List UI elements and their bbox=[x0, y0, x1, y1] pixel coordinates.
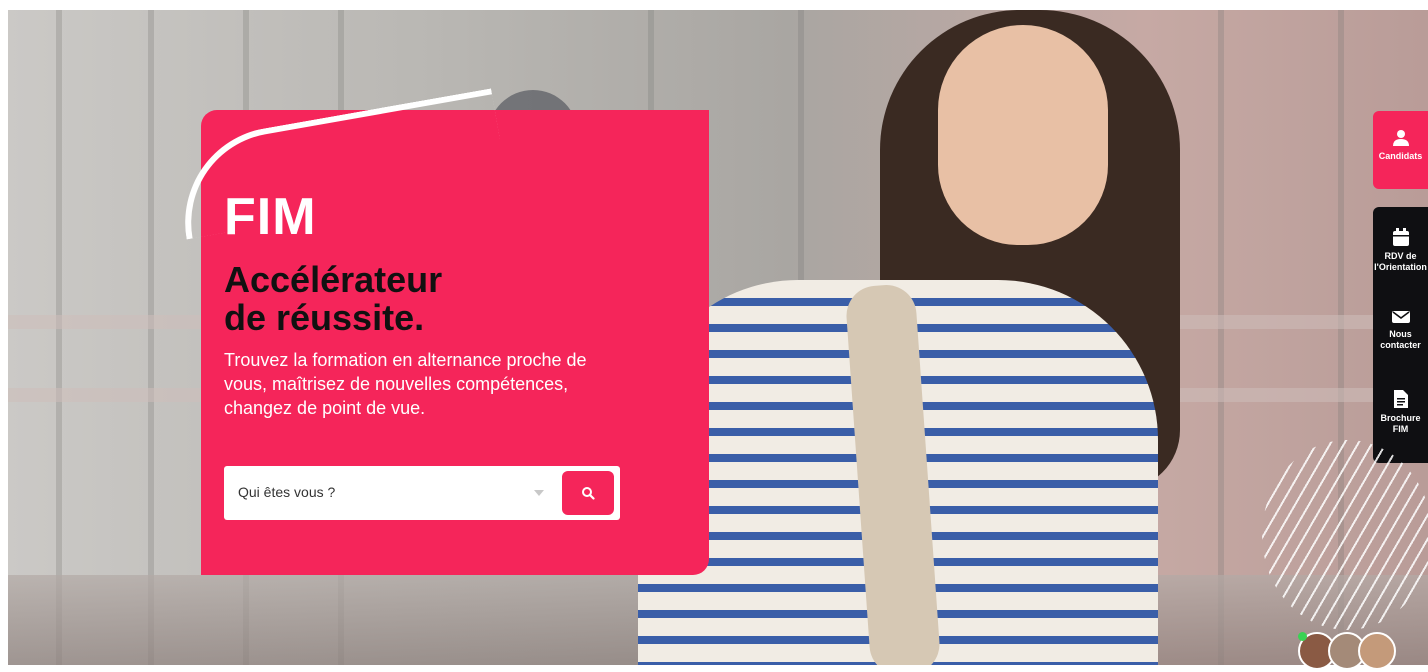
background-stripe bbox=[56, 10, 62, 665]
calendar-icon bbox=[1392, 228, 1409, 246]
avatar bbox=[1358, 632, 1396, 670]
contact-label: Nous contacter bbox=[1380, 329, 1421, 350]
hero-headline: Accélérateur de réussite. bbox=[224, 261, 664, 337]
search-icon bbox=[582, 487, 595, 500]
background-stripe bbox=[1218, 10, 1224, 665]
candidate-item: Candidats bbox=[1373, 129, 1428, 162]
student-face bbox=[938, 25, 1108, 245]
profile-select[interactable]: Qui êtes vous ? bbox=[238, 484, 335, 500]
document-icon bbox=[1393, 390, 1408, 408]
candidate-button[interactable]: Candidats bbox=[1373, 111, 1428, 189]
contact-button[interactable]: Nous contacter bbox=[1373, 309, 1428, 351]
appointment-button[interactable]: RDV de l'Orientation bbox=[1373, 227, 1428, 273]
brochure-button[interactable]: Brochure FIM bbox=[1373, 389, 1428, 435]
brochure-label: Brochure FIM bbox=[1380, 413, 1421, 434]
search-button[interactable] bbox=[562, 471, 614, 515]
headline-line-2: de réussite. bbox=[224, 297, 425, 338]
envelope-icon bbox=[1391, 311, 1410, 323]
side-menu: RDV de l'Orientation Nous contacter Broc… bbox=[1373, 207, 1428, 463]
user-icon bbox=[1392, 130, 1409, 146]
candidate-label: Candidats bbox=[1378, 151, 1423, 161]
chevron-down-icon[interactable] bbox=[534, 490, 544, 496]
online-status-icon bbox=[1298, 632, 1307, 641]
background-stripe bbox=[148, 10, 154, 665]
appointment-label: RDV de l'Orientation bbox=[1374, 251, 1427, 272]
search-bar: Qui êtes vous ? bbox=[224, 466, 620, 520]
hero-description: Trouvez la formation en alternance proch… bbox=[224, 350, 587, 418]
headline-line-1: Accélérateur bbox=[224, 259, 443, 300]
chat-avatars[interactable] bbox=[1298, 632, 1408, 672]
brand-logo: FIM bbox=[224, 188, 317, 246]
decorative-hatch bbox=[1262, 440, 1428, 630]
